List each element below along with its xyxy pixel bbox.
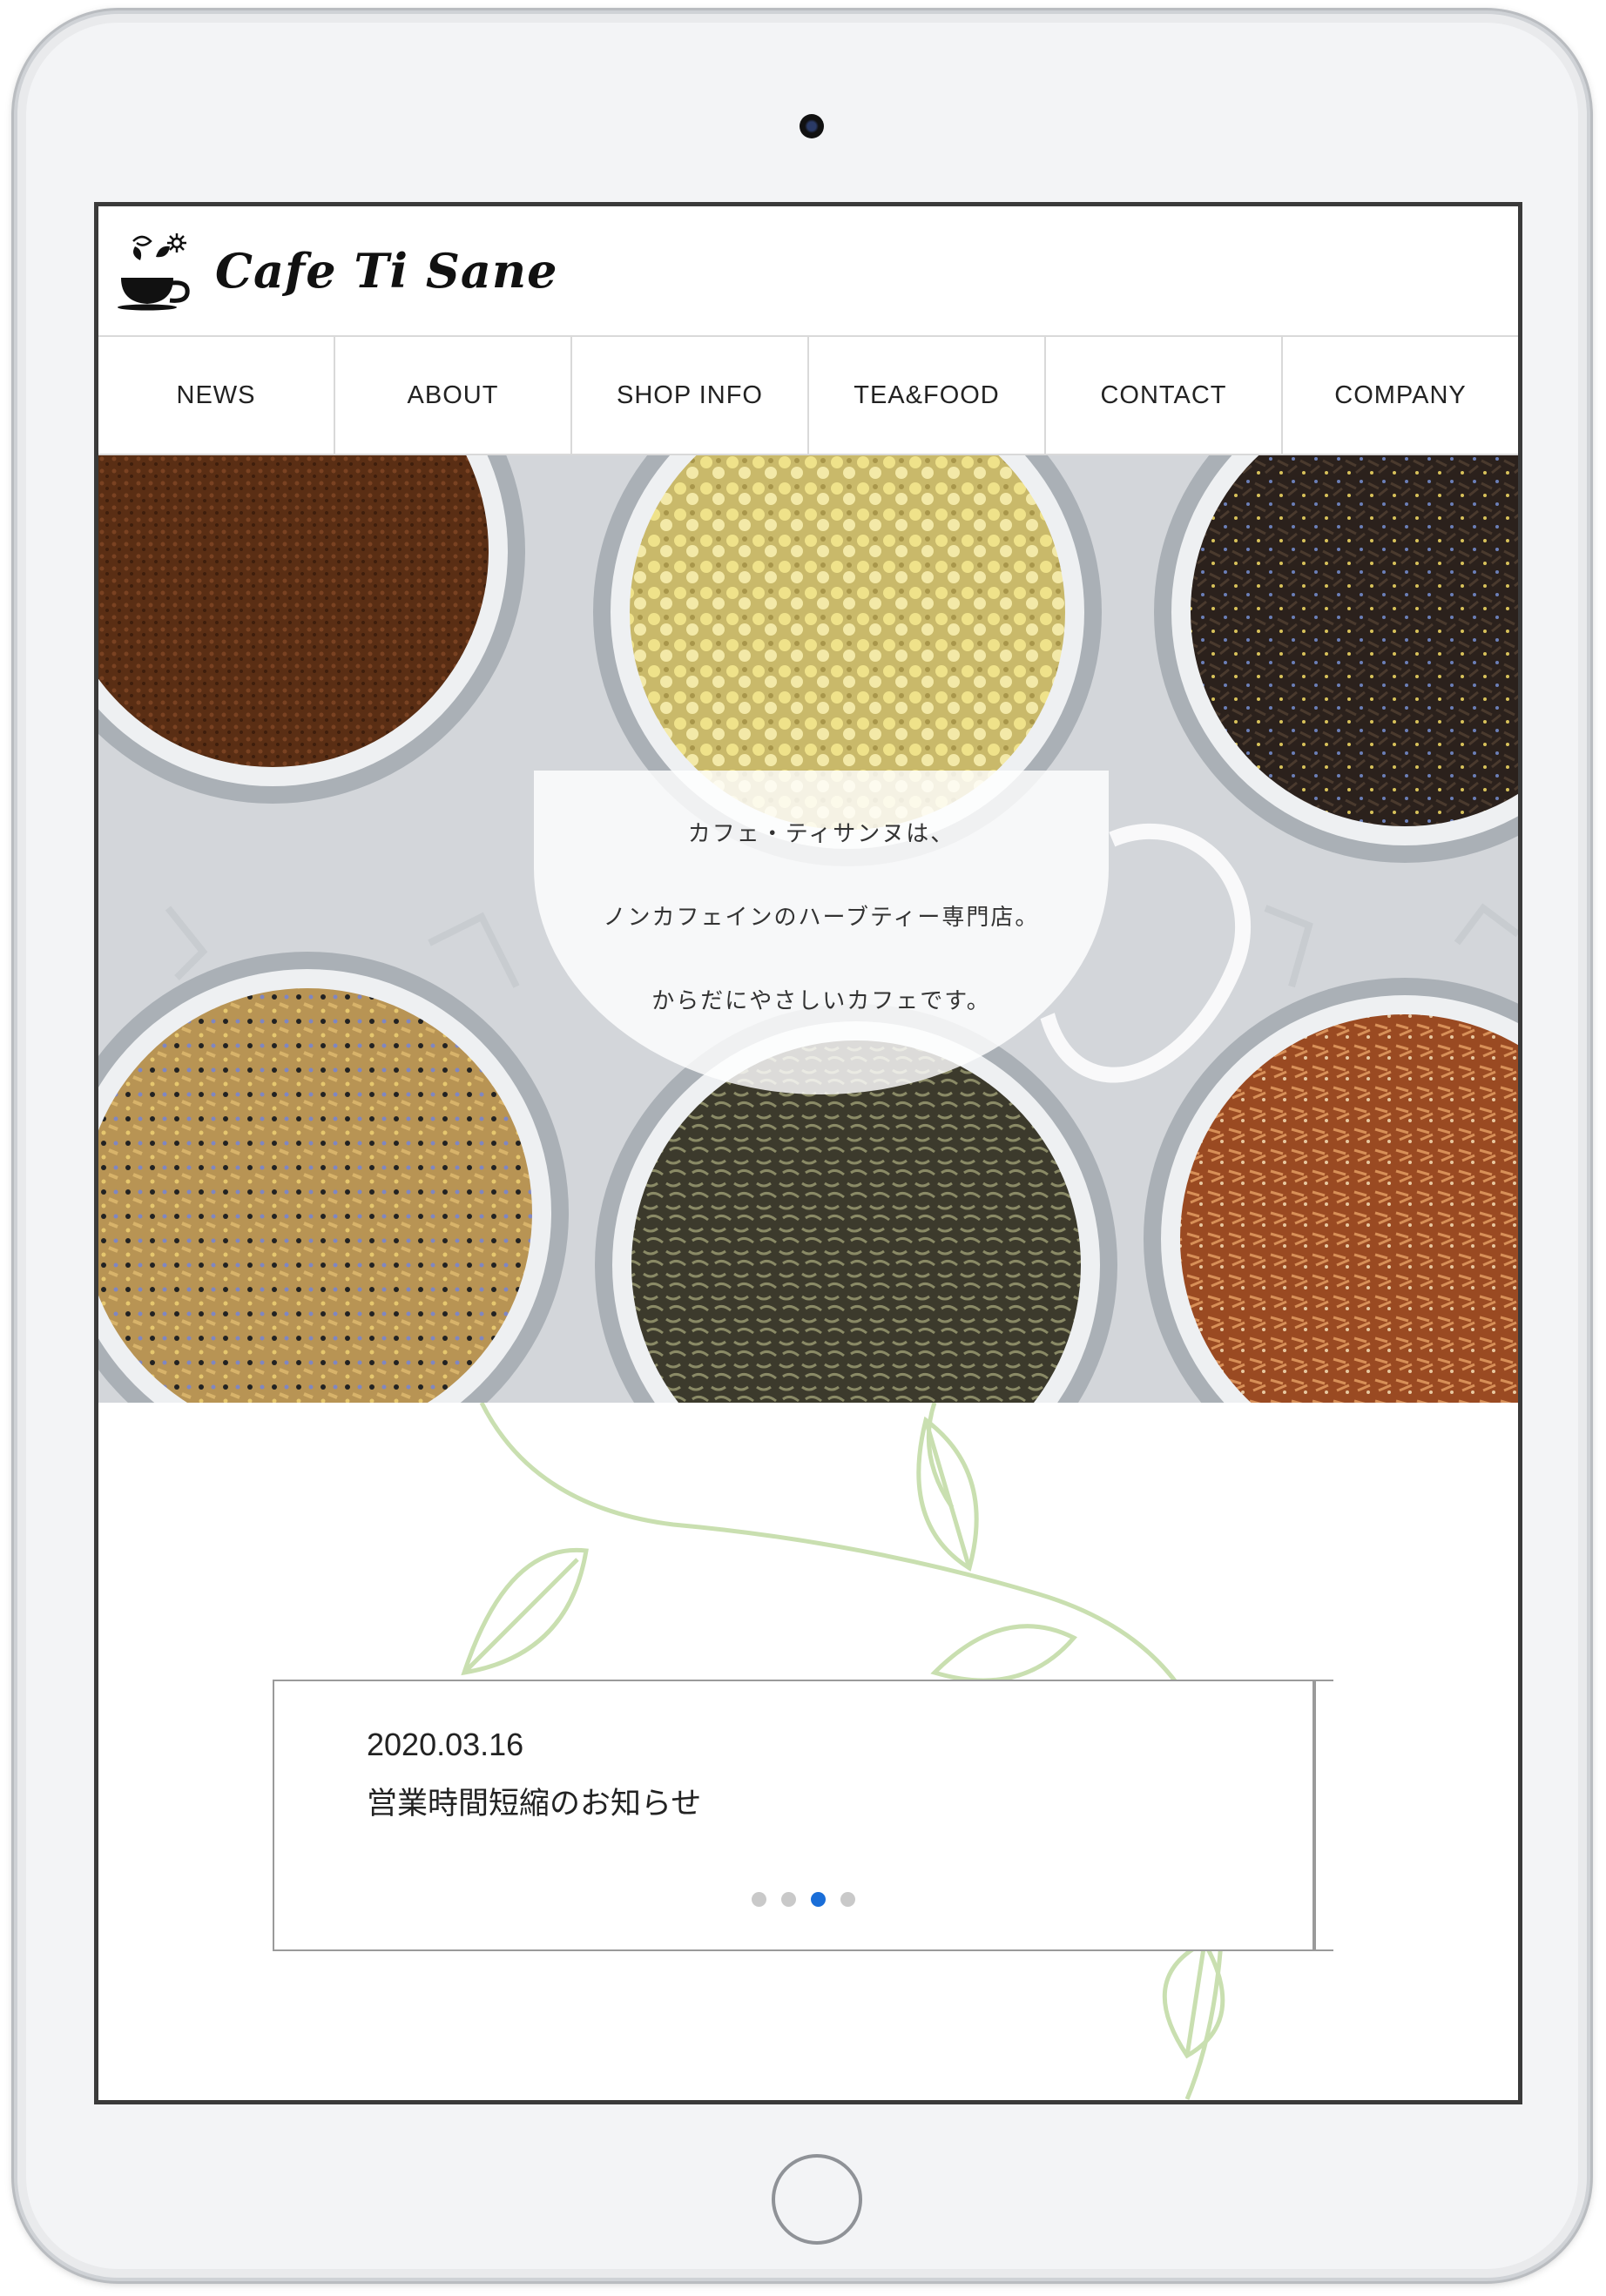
hero-section: カフェ・ティサンヌは、 ノンカフェインのハーブティー専門店。 からだにやさしいカ…	[98, 455, 1518, 1403]
slider-pagination	[752, 1892, 855, 1907]
logo-text[interactable]: Cafe Ti Sane	[215, 243, 557, 299]
nav-item-contact[interactable]: CONTACT	[1046, 337, 1283, 454]
site-header: Cafe Ti Sane	[98, 206, 1518, 335]
nav-item-about[interactable]: ABOUT	[335, 337, 572, 454]
nav-item-shop-info[interactable]: SHOP INFO	[572, 337, 809, 454]
main-nav: NEWS ABOUT SHOP INFO TEA&FOOD CONTACT CO…	[98, 335, 1518, 455]
nav-item-company[interactable]: COMPANY	[1283, 337, 1518, 454]
nav-item-tea-food[interactable]: TEA&FOOD	[809, 337, 1046, 454]
news-card[interactable]: 2020.03.16 営業時間短縮のお知らせ	[273, 1680, 1314, 1951]
camera-icon	[800, 114, 824, 138]
news-title[interactable]: 営業時間短縮のお知らせ	[367, 1779, 701, 1823]
news-date: 2020.03.16	[367, 1727, 524, 1762]
slider-dot-4[interactable]	[840, 1892, 855, 1907]
slider-dot-2[interactable]	[781, 1892, 796, 1907]
slider-dot-3[interactable]	[811, 1892, 826, 1907]
home-button[interactable]	[772, 2154, 862, 2245]
news-section: 2020.03.16 営業時間短縮のお知らせ	[98, 1403, 1518, 2100]
next-card-edge	[1314, 1680, 1333, 1951]
teacup-flower-icon[interactable]	[116, 231, 194, 311]
nav-item-news[interactable]: NEWS	[98, 337, 335, 454]
slider-dot-1[interactable]	[752, 1892, 766, 1907]
screen: Cafe Ti Sane NEWS ABOUT SHOP INFO TEA&FO…	[94, 202, 1522, 2104]
